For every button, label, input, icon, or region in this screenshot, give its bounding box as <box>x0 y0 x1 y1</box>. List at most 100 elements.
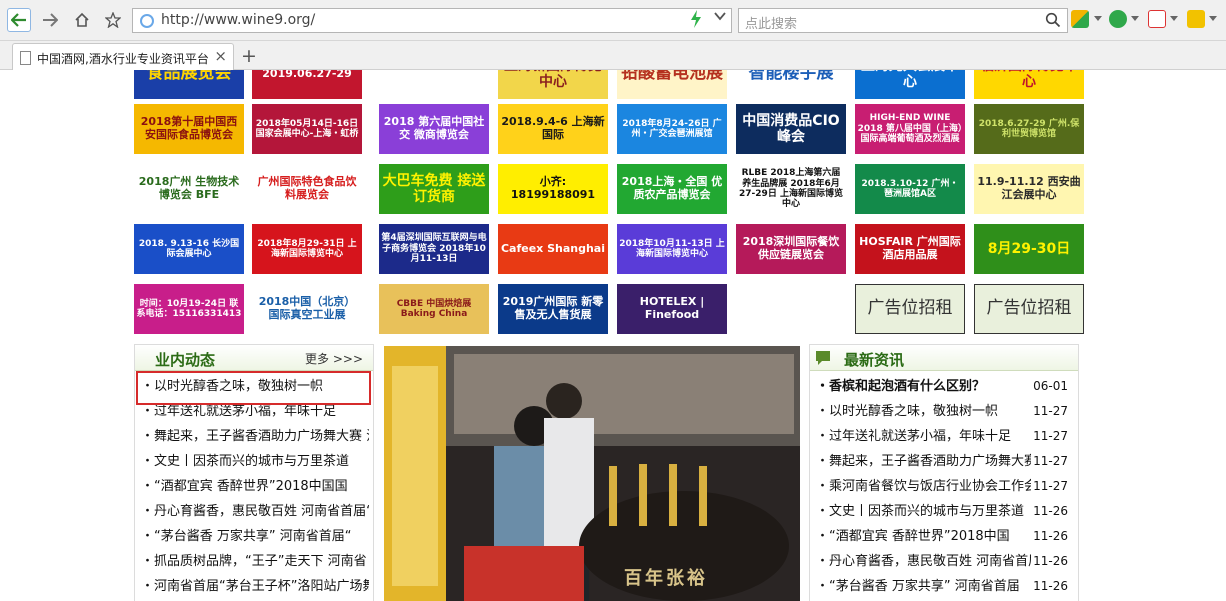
ad-banner[interactable]: 时间：10月19-24日 联系电话：15116331413 <box>134 284 244 334</box>
ad-banner[interactable]: 2018. 9.13-16 长沙国际会展中心 <box>134 224 244 274</box>
ad-banner[interactable]: 上海新国际博览中心 <box>498 70 608 99</box>
news-item-link[interactable]: ・舞起来，王子酱香酒助力广场舞大赛 <box>816 449 1031 474</box>
ad-banner[interactable]: 2019广州国际 新零售及无人售货展 <box>498 284 608 334</box>
ad-banner[interactable] <box>379 70 489 99</box>
ad-banner-text: CBBE 中国烘焙展 Baking China <box>396 298 472 319</box>
news-item-link[interactable]: ・文史丨因茶而兴的城市与万里茶道 <box>141 449 369 474</box>
news-item-link[interactable]: ・“茅台酱香 万家共享” 河南省首届 <box>816 574 1031 599</box>
ad-banner-text: 2018上海・全国 优质农产品博览会 <box>621 175 723 201</box>
ad-banner[interactable]: 广告位招租 <box>974 284 1084 334</box>
news-item-date: 11-26 <box>1033 554 1068 568</box>
ad-banner[interactable]: 铅酸蓄电池展 <box>617 70 727 99</box>
ad-banner-text: 食品展览会 <box>146 70 232 84</box>
news-badge-icon <box>816 351 830 365</box>
news-item-link[interactable]: ・以时光醇香之味，敬独树一帜 <box>816 399 1031 424</box>
ad-banner[interactable]: HOTELEX | Finefood <box>617 284 727 334</box>
favorites-button[interactable] <box>101 8 125 32</box>
ad-banner[interactable]: 上海光大会展中心 <box>855 70 965 99</box>
ad-banner[interactable]: HIGH-END WINE 2018 第八届中国（上海）国际高端葡萄酒及烈酒展 <box>855 104 965 154</box>
ad-banner-text: 2019广州国际 新零售及无人售货展 <box>502 295 604 321</box>
ad-banner[interactable]: 2018广州 生物技术博览会 BFE <box>134 164 244 214</box>
ad-banner[interactable]: CBBE 中国烘焙展 Baking China <box>379 284 489 334</box>
news-item-link[interactable]: ・河南省首届“茅台王子杯”洛阳站广场舞 <box>141 574 369 599</box>
ad-banner[interactable]: 2018 第六届中国社交 微商博览会 <box>379 104 489 154</box>
ad-banner[interactable]: 大巴车免费 接送订货商 <box>379 164 489 214</box>
chevron-down-icon[interactable] <box>1094 16 1102 21</box>
news-item-link[interactable]: ・舞起来，王子酱香酒助力广场舞大赛 江 <box>141 424 369 449</box>
ad-banner-text: 广告位招租 <box>986 298 1072 319</box>
ad-banner[interactable]: 2019.06.27-29 <box>252 70 362 99</box>
pdf-icon[interactable] <box>1148 10 1166 28</box>
feature-photo[interactable]: 百年张裕 <box>384 346 800 601</box>
extension-icon[interactable] <box>1187 10 1205 28</box>
close-tab-icon[interactable]: × <box>214 47 227 65</box>
ad-banner[interactable]: 智能楼宇展 <box>736 70 846 99</box>
ad-banner[interactable]: 2018年10月11-13日 上海新国际博览中心 <box>617 224 727 274</box>
home-icon <box>75 12 89 27</box>
ad-banner[interactable]: 2018第十届中国西安国际食品博览会 <box>134 104 244 154</box>
ad-banner[interactable]: 广州国际特色食品饮料展览会 <box>252 164 362 214</box>
ad-banner[interactable]: 2018年8月29-31日 上海新国际博览中心 <box>252 224 362 274</box>
chevron-down-icon[interactable] <box>714 11 726 21</box>
ad-banner[interactable]: 食品展览会 <box>134 70 244 99</box>
panel-title: 业内动态 <box>155 351 216 369</box>
news-item-link[interactable]: ・抓品质树品牌，“王子”走天下 河南省 <box>141 549 369 574</box>
ad-banner[interactable]: RLBE 2018上海第六届 养生品牌展 2018年6月27-29日 上海新国际… <box>736 164 846 214</box>
ad-banner[interactable]: 11.9-11.12 西安曲江会展中心 <box>974 164 1084 214</box>
lightning-icon[interactable] <box>690 10 702 28</box>
ad-banner[interactable]: 2018.9.4-6 上海新国际 <box>498 104 608 154</box>
ad-banner[interactable]: 2018.6.27-29 广州.保利世贸博览馆 <box>974 104 1084 154</box>
ad-banner[interactable]: 临沂国际博览中心 <box>974 70 1084 99</box>
ad-banner[interactable]: 广告位招租 <box>855 284 965 334</box>
news-item-link[interactable]: ・乘河南省餐饮与饭店行业协会工作会议 <box>816 474 1031 499</box>
ad-banner[interactable]: 2018年8月24-26日 广州・广交会琶洲展馆 <box>617 104 727 154</box>
ad-banner[interactable]: 2018上海・全国 优质农产品博览会 <box>617 164 727 214</box>
ad-banner-text: RLBE 2018上海第六届 养生品牌展 2018年6月27-29日 上海新国际… <box>739 168 843 210</box>
forward-button[interactable] <box>38 8 62 32</box>
news-item-link[interactable]: ・丹心育酱香，惠民敬百姓 河南省首届“ <box>141 499 369 524</box>
web-page: 食品展览会 2019.06.27-29 上海新国际博览中心 铅酸蓄电池展 智能楼宇展 上海… <box>0 70 1226 601</box>
ad-banner[interactable] <box>736 284 846 334</box>
apps-icon[interactable] <box>1071 10 1089 28</box>
ad-banner-text: 2018. 9.13-16 长沙国际会展中心 <box>138 238 240 259</box>
search-box[interactable]: 点此搜索 <box>738 8 1068 33</box>
chevron-down-icon[interactable] <box>1131 16 1139 21</box>
ad-banner[interactable]: 2018.3.10-12 广州・琶洲展馆A区 <box>855 164 965 214</box>
news-item-link[interactable]: ・文史丨因茶而兴的城市与万里茶道 <box>816 499 1031 524</box>
news-item-link[interactable]: ・“茅台酱香 万家共享” 河南省首届“ <box>141 524 369 549</box>
ad-banner[interactable]: 小齐: 18199188091 <box>498 164 608 214</box>
news-item-link[interactable]: ・“酒都宜宾 香醉世界”2018中国 <box>816 524 1031 549</box>
new-tab-button[interactable]: + <box>238 45 260 67</box>
ad-banner[interactable]: 中国消费品CIO峰会 <box>736 104 846 154</box>
news-item-link[interactable]: ・香槟和起泡酒有什么区别？ <box>816 374 1031 399</box>
news-item-link[interactable]: ・“酒都宜宾 香醉世界”2018中国国 <box>141 474 369 499</box>
ad-banner-text: 上海光大会展中心 <box>861 70 959 90</box>
back-button[interactable] <box>7 8 31 32</box>
ad-banner[interactable]: Cafeex Shanghai <box>498 224 608 274</box>
ad-banner[interactable]: 2018中国（北京） 国际真空工业展 <box>252 284 362 334</box>
ad-banner-text: 第4届深圳国际互联网与电子商务博览会 2018年10月11-13日 <box>381 233 487 265</box>
news-item-link[interactable]: ・过年送礼就送茅小福，年味十足 <box>816 424 1031 449</box>
ad-banner-text <box>432 72 436 76</box>
ad-banner[interactable]: 2018深圳国际餐饮 供应链展览会 <box>736 224 846 274</box>
panel-header: 业内动态 更多 >>> <box>135 345 373 371</box>
tab-active[interactable]: 中国酒网,酒水行业专业资讯平台 × <box>12 43 234 71</box>
search-placeholder: 点此搜索 <box>745 17 798 32</box>
ad-banner-text: 2018 第六届中国社交 微商博览会 <box>383 115 485 141</box>
ad-banner-text: 2018.6.27-29 广州.保利世贸博览馆 <box>978 118 1080 139</box>
browser-toolbar: http://www.wine9.org/ 点此搜索 <box>0 0 1226 41</box>
shield-icon[interactable] <box>1109 10 1127 28</box>
more-link[interactable]: 更多 >>> <box>305 350 363 367</box>
ad-banner[interactable]: HOSFAIR 广州国际酒店用品展 <box>855 224 965 274</box>
home-button[interactable] <box>70 8 94 32</box>
search-icon[interactable] <box>1045 12 1061 28</box>
address-bar[interactable]: http://www.wine9.org/ <box>132 8 732 33</box>
ad-banner[interactable]: 2018年05月14日-16日 国家会展中心-上海・虹桥 <box>252 104 362 154</box>
globe-icon <box>140 14 154 28</box>
chevron-down-icon[interactable] <box>1170 16 1178 21</box>
ad-banner[interactable]: 第4届深圳国际互联网与电子商务博览会 2018年10月11-13日 <box>379 224 489 274</box>
address-url[interactable]: http://www.wine9.org/ <box>161 12 315 28</box>
chevron-down-icon[interactable] <box>1209 16 1217 21</box>
ad-banner[interactable]: 8月29-30日 <box>974 224 1084 274</box>
news-item-link[interactable]: ・丹心育酱香，惠民敬百姓 河南省首届 <box>816 549 1031 574</box>
